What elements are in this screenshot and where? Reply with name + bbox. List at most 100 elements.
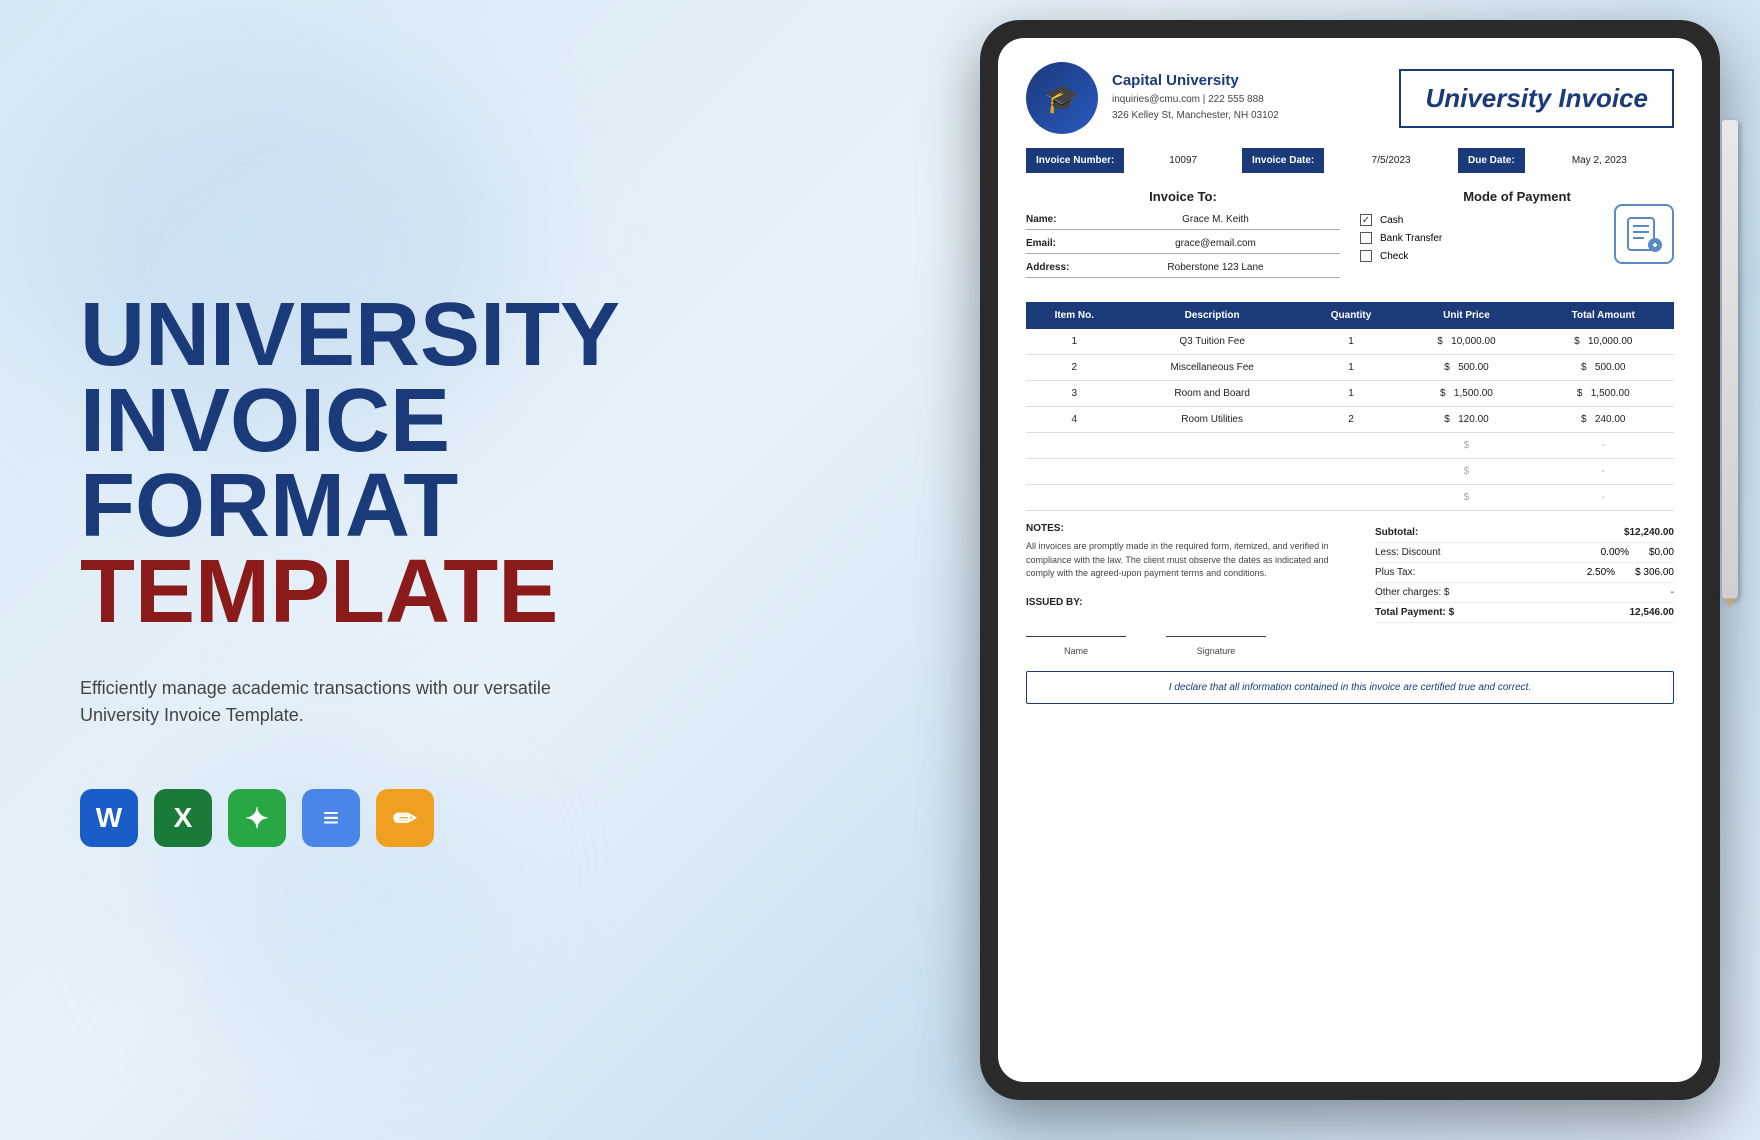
payment-options: ✓ Cash Bank Transfer Check xyxy=(1360,214,1442,268)
table-row: 1 Q3 Tuition Fee 1 $ 10,000.00 $ 10,000.… xyxy=(1026,329,1674,355)
payment-heading: Mode of Payment xyxy=(1360,189,1674,204)
tablet-screen: 🎓 Capital University inquiries@cmu.com |… xyxy=(998,38,1702,1082)
name-value: Grace M. Keith xyxy=(1091,214,1340,225)
col-description: Description xyxy=(1123,302,1302,329)
discount-pct: 0.00% xyxy=(1601,547,1629,558)
sig-label: Signature xyxy=(1197,646,1236,656)
signature-line: Signature xyxy=(1166,636,1266,659)
name-signature-line: Name xyxy=(1026,636,1126,659)
declaration-box: I declare that all information contained… xyxy=(1026,671,1674,704)
declaration-text: I declare that all information contained… xyxy=(1043,682,1657,693)
table-row: 4 Room Utilities 2 $ 120.00 $ 240.00 xyxy=(1026,407,1674,433)
invoice-date-value: 7/5/2023 xyxy=(1324,148,1458,173)
bank-transfer-checkbox[interactable] xyxy=(1360,232,1372,244)
tax-row: Plus Tax: 2.50% $ 306.00 xyxy=(1375,563,1674,583)
university-text: Capital University inquiries@cmu.com | 2… xyxy=(1112,72,1279,124)
cash-label: Cash xyxy=(1380,215,1403,226)
word-icon: W xyxy=(80,789,138,847)
col-item-no: Item No. xyxy=(1026,302,1123,329)
table-row: 3 Room and Board 1 $ 1,500.00 $ 1,500.00 xyxy=(1026,381,1674,407)
meta-invoice-date: Invoice Date: 7/5/2023 xyxy=(1242,148,1458,173)
excel-icon: X xyxy=(154,789,212,847)
payment-check: Check xyxy=(1360,250,1442,262)
pages-icon: ✏ xyxy=(376,789,434,847)
table-row-empty: $ - xyxy=(1026,433,1674,459)
main-title: UNIVERSITY INVOICE FORMAT TEMPLATE xyxy=(80,293,560,635)
col-total-amount: Total Amount xyxy=(1533,302,1674,329)
university-logo: 🎓 xyxy=(1026,62,1098,134)
invoice-meta: Invoice Number: 10097 Invoice Date: 7/5/… xyxy=(1026,148,1674,173)
address-field-row: Address: Roberstone 123 Lane xyxy=(1026,262,1340,278)
tax-pct: 2.50% xyxy=(1587,567,1615,578)
invoice-table: Item No. Description Quantity Unit Price… xyxy=(1026,302,1674,511)
due-date-label: Due Date: xyxy=(1458,148,1525,173)
tax-label: Plus Tax: xyxy=(1375,567,1415,578)
cash-checkbox[interactable]: ✓ xyxy=(1360,214,1372,226)
signature-area: Name Signature xyxy=(1026,636,1355,659)
discount-label: Less: Discount xyxy=(1375,547,1441,558)
notes-text: All invoices are promptly made in the re… xyxy=(1026,540,1355,581)
notes-section: NOTES: All invoices are promptly made in… xyxy=(1026,523,1355,659)
other-charges-row: Other charges: $ - xyxy=(1375,583,1674,603)
subtotal-row: Subtotal: $12,240.00 xyxy=(1375,523,1674,543)
tablet-container: 🎓 Capital University inquiries@cmu.com |… xyxy=(980,20,1740,1120)
total-payment-row: Total Payment: $ 12,546.00 xyxy=(1375,603,1674,623)
left-panel: UNIVERSITY INVOICE FORMAT TEMPLATE Effic… xyxy=(0,0,620,1140)
university-address: 326 Kelley St, Manchester, NH 03102 xyxy=(1112,108,1279,124)
email-value: grace@email.com xyxy=(1091,238,1340,249)
name-label: Name: xyxy=(1026,214,1091,225)
invoice-title-box: University Invoice xyxy=(1399,69,1674,128)
total-label: Total Payment: $ xyxy=(1375,607,1454,618)
meta-invoice-number: Invoice Number: 10097 xyxy=(1026,148,1242,173)
tablet-outer: 🎓 Capital University inquiries@cmu.com |… xyxy=(980,20,1720,1100)
table-row-empty: $ - xyxy=(1026,459,1674,485)
totals-section: Subtotal: $12,240.00 Less: Discount 0.00… xyxy=(1375,523,1674,659)
bottom-section: NOTES: All invoices are promptly made in… xyxy=(1026,523,1674,659)
tax-value: $ 306.00 xyxy=(1635,567,1674,578)
discount-row: Less: Discount 0.00% $0.00 xyxy=(1375,543,1674,563)
notes-label: NOTES: xyxy=(1026,523,1355,534)
payment-bank-transfer: Bank Transfer xyxy=(1360,232,1442,244)
payment-icon xyxy=(1614,204,1674,264)
university-contact: inquiries@cmu.com | 222 555 888 xyxy=(1112,92,1279,108)
invoice-number-label: Invoice Number: xyxy=(1026,148,1124,173)
invoice-title: University Invoice xyxy=(1425,83,1648,114)
app-icons: W X ✦ ≡ ✏ xyxy=(80,789,560,847)
subtotal-value: $12,240.00 xyxy=(1604,527,1674,538)
meta-due-date: Due Date: May 2, 2023 xyxy=(1458,148,1674,173)
address-value: Roberstone 123 Lane xyxy=(1091,262,1340,273)
university-info: 🎓 Capital University inquiries@cmu.com |… xyxy=(1026,62,1279,134)
email-label: Email: xyxy=(1026,238,1091,249)
col-quantity: Quantity xyxy=(1302,302,1401,329)
sheets-icon: ✦ xyxy=(228,789,286,847)
invoice-top-section: Invoice To: Name: Grace M. Keith Email: … xyxy=(1026,189,1674,286)
table-row-empty: $ - xyxy=(1026,485,1674,511)
email-field-row: Email: grace@email.com xyxy=(1026,238,1340,254)
discount-value: $0.00 xyxy=(1649,547,1674,558)
check-label: Check xyxy=(1380,251,1408,262)
payment-cash: ✓ Cash xyxy=(1360,214,1442,226)
invoice-header: 🎓 Capital University inquiries@cmu.com |… xyxy=(1026,62,1674,134)
stylus-pencil xyxy=(1722,120,1738,600)
table-row: 2 Miscellaneous Fee 1 $ 500.00 $ 500.00 xyxy=(1026,355,1674,381)
bank-transfer-label: Bank Transfer xyxy=(1380,233,1442,244)
university-name: Capital University xyxy=(1112,72,1279,89)
subtotal-label: Subtotal: xyxy=(1375,527,1418,538)
other-label: Other charges: $ xyxy=(1375,587,1449,598)
name-field-row: Name: Grace M. Keith xyxy=(1026,214,1340,230)
invoice-to: Invoice To: Name: Grace M. Keith Email: … xyxy=(1026,189,1340,286)
check-checkbox[interactable] xyxy=(1360,250,1372,262)
invoice-to-heading: Invoice To: xyxy=(1026,189,1340,204)
total-value: 12,546.00 xyxy=(1604,607,1674,618)
col-unit-price: Unit Price xyxy=(1400,302,1532,329)
docs-icon: ≡ xyxy=(302,789,360,847)
other-value: - xyxy=(1604,587,1674,598)
address-label: Address: xyxy=(1026,262,1091,273)
name-sig-label: Name xyxy=(1064,646,1088,656)
due-date-value: May 2, 2023 xyxy=(1525,148,1674,173)
subtitle: Efficiently manage academic transactions… xyxy=(80,675,560,729)
invoice-date-label: Invoice Date: xyxy=(1242,148,1324,173)
issued-by: ISSUED BY: xyxy=(1026,597,1355,608)
invoice-number-value: 10097 xyxy=(1124,148,1242,173)
payment-section: Mode of Payment ✓ Cash Bank Transfer xyxy=(1360,189,1674,286)
